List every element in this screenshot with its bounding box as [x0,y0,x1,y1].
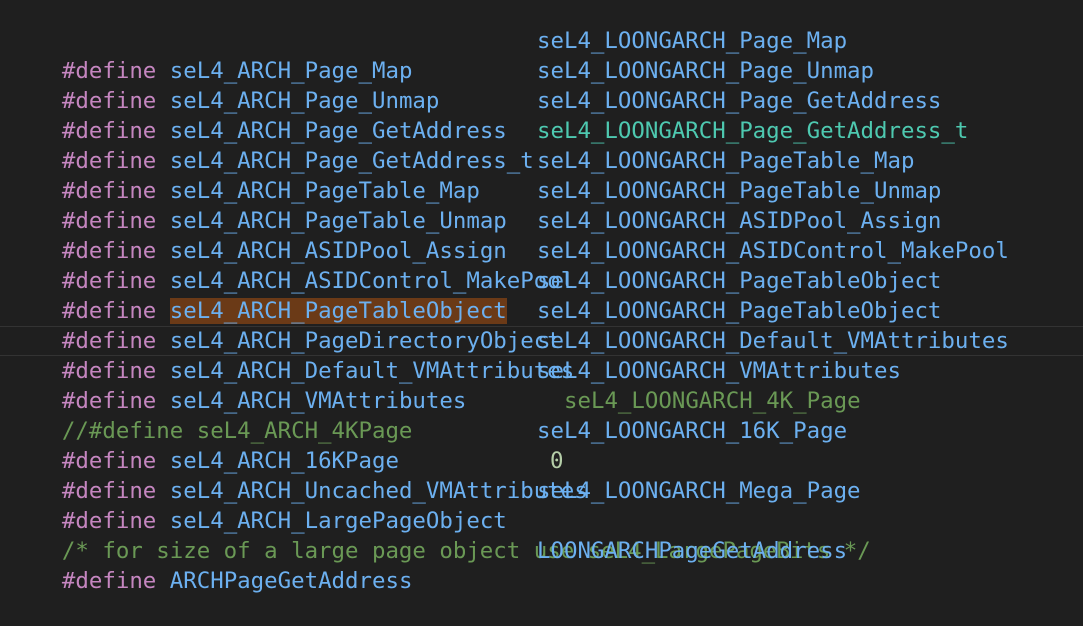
code-line[interactable]: #define seL4_ARCH_Page_Map seL4_LOONGARCH… [0,26,1083,84]
code-line[interactable]: #define seL4_ARCH_Page_GetAddress_t seL4_… [0,116,1083,174]
macro-value: LOONGARCHPageGetAddress [537,538,848,564]
code-line[interactable]: #define seL4_ARCH_Uncached_VMAttributes 0 [0,446,1083,504]
code-line[interactable]: #define seL4_ARCH_VMAttributes seL4_LOONG… [0,356,1083,414]
macro-value: seL4_LOONGARCH_Page_Unmap [537,58,875,84]
define-keyword: #define [61,568,157,594]
commented-value: seL4_LOONGARCH_4K_Page [564,388,861,414]
macro-name: ARCHPageGetAddress [169,568,413,594]
code-line[interactable]: #define seL4_ARCH_Page_GetAddress seL4_LO… [0,86,1083,144]
code-line[interactable]: #define seL4_ARCH_LargePageObject seL4_LO… [0,476,1083,534]
code-line[interactable]: #define seL4_ARCH_16KPage seL4_LOONGARCH_… [0,416,1083,474]
code-line[interactable]: //#define seL4_ARCH_4KPage seL4_LOONGARCH… [0,386,1083,444]
code-line[interactable]: /* for size of a large page object use s… [0,506,1083,564]
code-line[interactable]: #define seL4_ARCH_PageTable_Map seL4_LOON… [0,146,1083,204]
code-line[interactable]: #define seL4_ARCH_Page_Unmap seL4_LOONGAR… [0,56,1083,114]
macro-number-value: 0 [550,448,564,474]
macro-value: seL4_LOONGARCH_16K_Page [537,418,848,444]
macro-value: seL4_LOONGARCH_Default_VMAttributes [537,328,1009,354]
code-editor[interactable]: #define seL4_ARCH_Page_Map seL4_LOONGARCH… [0,0,1083,594]
code-line[interactable]: #define seL4_ARCH_ASIDPool_Assign seL4_LO… [0,206,1083,264]
macro-value: seL4_LOONGARCH_Page_GetAddress [537,88,942,114]
macro-value: seL4_LOONGARCH_Page_Map [537,28,848,54]
code-line[interactable]: #define seL4_ARCH_PageTableObject seL4_LO… [0,266,1083,324]
code-line[interactable]: #define seL4_ARCH_PageTable_Unmap seL4_LO… [0,176,1083,234]
macro-value: seL4_LOONGARCH_Mega_Page [537,478,861,504]
code-line[interactable]: #define seL4_ARCH_ASIDControl_MakePool se… [0,236,1083,294]
current-code-line[interactable]: #define seL4_ARCH_Default_VMAttributes se… [0,326,1083,384]
macro-value: seL4_LOONGARCH_ASIDControl_MakePool [537,238,1009,264]
macro-value: seL4_LOONGARCH_ASIDPool_Assign [537,208,942,234]
macro-value: seL4_LOONGARCH_PageTable_Unmap [537,178,942,204]
macro-value: seL4_LOONGARCH_VMAttributes [537,358,901,384]
macro-value: seL4_LOONGARCH_PageTableObject [537,268,942,294]
code-line[interactable]: #define ARCHPageGetAddress LOONGARCHPageG… [0,536,1083,594]
macro-value: seL4_LOONGARCH_PageTable_Map [537,148,915,174]
code-line[interactable]: #define seL4_ARCH_PageDirectoryObject seL… [0,296,1083,354]
macro-value: seL4_LOONGARCH_PageTableObject [537,298,942,324]
macro-value-type: seL4_LOONGARCH_Page_GetAddress_t [537,118,969,144]
